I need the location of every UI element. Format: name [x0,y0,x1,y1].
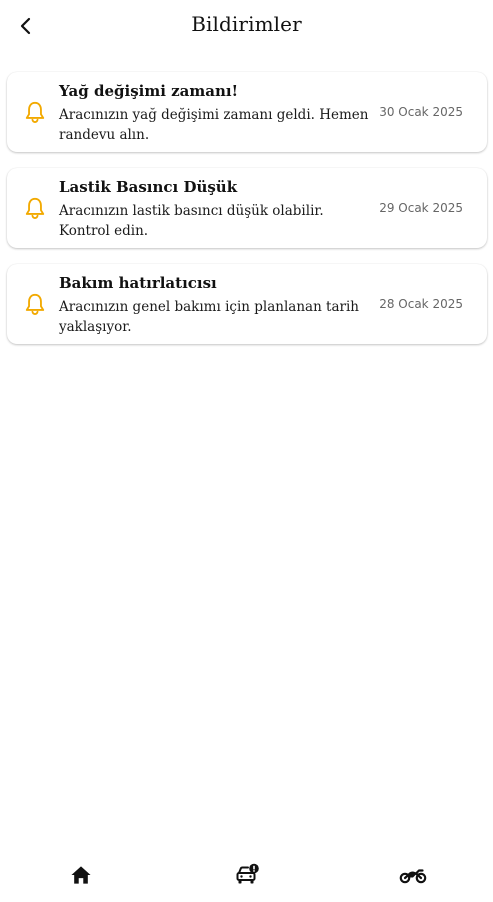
notification-title: Yağ değişimi zamanı! [59,82,239,100]
app-header: Bildirimler [0,0,493,54]
notification-card[interactable]: Bakım hatırlatıcısı Aracınızın genel bak… [7,264,487,344]
car-alert-icon [236,863,259,884]
notification-card[interactable]: Lastik Basıncı Düşük Aracınızın lastik b… [7,168,487,248]
notification-title: Bakım hatırlatıcısı [59,274,217,292]
nav-home-button[interactable] [66,860,96,890]
notification-title: Lastik Basıncı Düşük [59,178,238,196]
nav-car-alert-button[interactable] [232,860,262,890]
notification-date: 28 Ocak 2025 [379,297,463,311]
page-title: Bildirimler [191,12,302,36]
notification-card[interactable]: Yağ değişimi zamanı! Aracınızın yağ deği… [7,72,487,152]
bell-icon [25,197,45,220]
notifications-screen: Bildirimler Yağ değişimi zamanı! Aracını… [0,0,493,902]
bell-icon [25,293,45,316]
bell-icon [25,101,45,124]
notification-message: Aracınızın yağ değişimi zamanı geldi. He… [59,107,369,143]
notification-list: Yağ değişimi zamanı! Aracınızın yağ deği… [7,72,487,360]
notification-message: Aracınızın lastik basıncı düşük olabilir… [59,203,324,239]
notification-message: Aracınızın genel bakımı için planlanan t… [59,299,359,335]
bottom-navigation [0,852,493,902]
notification-date: 30 Ocak 2025 [379,105,463,119]
motorcycle-icon [399,869,427,884]
nav-motorcycle-button[interactable] [398,860,428,890]
notification-date: 29 Ocak 2025 [379,201,463,215]
home-icon [71,866,91,884]
